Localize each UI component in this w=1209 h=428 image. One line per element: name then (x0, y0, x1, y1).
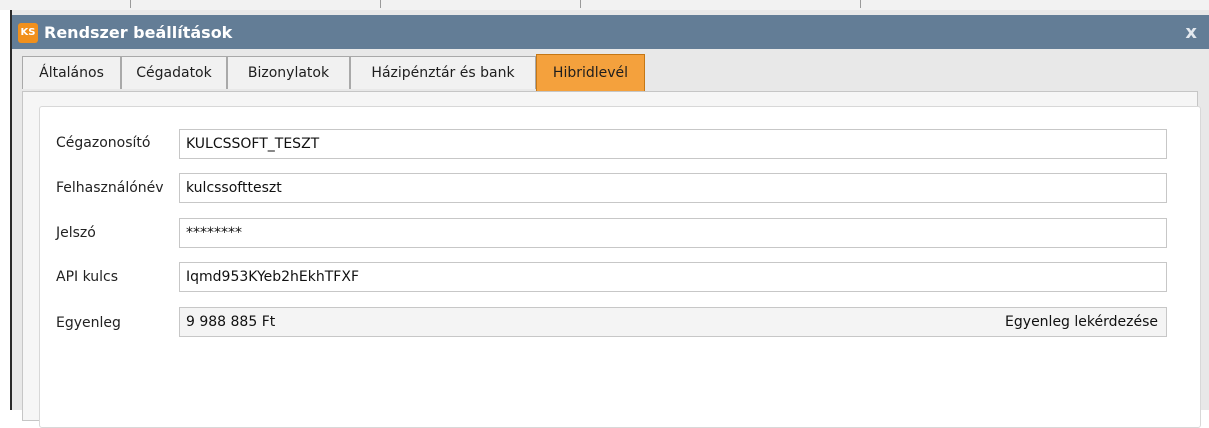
kulcssoft-logo-icon: KS (18, 23, 38, 43)
tab-altalanos[interactable]: Általános (22, 56, 121, 89)
background-window-strip (0, 0, 1209, 10)
balance-field: 9 988 885 Ft Egyenleg lekérdezése (179, 307, 1167, 337)
username-field[interactable]: kulcssoftteszt (179, 173, 1167, 203)
background-divider (130, 0, 131, 8)
dialog-titlebar[interactable]: KS Rendszer beállítások x (12, 15, 1209, 49)
password-label: Jelszó (56, 225, 96, 241)
balance-label: Egyenleg (56, 315, 121, 331)
api-key-label: API kulcs (56, 269, 119, 285)
company-id-label: Cégazonosító (56, 135, 151, 151)
background-divider (380, 0, 381, 8)
background-divider (860, 0, 861, 8)
company-id-field[interactable]: KULCSSOFT_TESZT (179, 129, 1167, 159)
balance-value: 9 988 885 Ft (186, 314, 276, 330)
tab-hazipenztar-es-bank[interactable]: Házipénztár és bank (350, 56, 536, 89)
query-balance-button[interactable]: Egyenleg lekérdezése (1005, 308, 1158, 336)
tab-bizonylatok[interactable]: Bizonylatok (227, 56, 350, 89)
tab-hibridlevel[interactable]: Hibridlevél (536, 54, 645, 91)
background-divider (580, 0, 581, 8)
dialog-title: Rendszer beállítások (44, 23, 233, 42)
username-label: Felhasználónév (56, 180, 164, 196)
password-field[interactable]: ******** (179, 218, 1167, 248)
api-key-field[interactable]: Iqmd953KYeb2hEkhTFXF (179, 262, 1167, 292)
close-icon[interactable]: x (1185, 22, 1197, 43)
tab-cegadatok[interactable]: Cégadatok (121, 56, 227, 89)
